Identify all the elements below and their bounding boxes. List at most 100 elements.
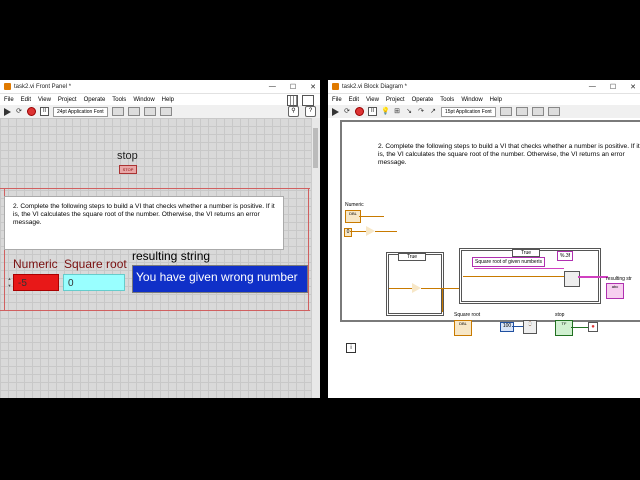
run-arrow-icon[interactable]: [4, 107, 11, 116]
menu-help[interactable]: Help: [162, 97, 174, 103]
highlight-execution-icon[interactable]: 💡: [381, 108, 390, 116]
menu-project[interactable]: Project: [386, 97, 405, 103]
front-panel-toolbar: ⟳ II 24pt Application Font ⚲ ?: [0, 105, 320, 119]
maximize-button[interactable]: ☐: [610, 83, 616, 91]
menu-edit[interactable]: Edit: [21, 97, 31, 103]
menu-tools[interactable]: Tools: [112, 97, 126, 103]
stop-terminal[interactable]: TF: [555, 320, 573, 336]
run-arrow-icon[interactable]: [332, 107, 339, 116]
minimize-button[interactable]: —: [589, 83, 596, 90]
step-out-icon[interactable]: ↗: [429, 108, 437, 116]
format-into-string-node[interactable]: [564, 271, 580, 287]
block-diagram-title: task2.vi Block Diagram *: [342, 83, 408, 90]
vi-icon[interactable]: [302, 95, 314, 106]
menu-file[interactable]: File: [332, 97, 342, 103]
abort-icon[interactable]: [355, 107, 364, 116]
reorder-icon[interactable]: [159, 107, 172, 116]
close-button[interactable]: ✕: [310, 83, 316, 91]
bd-square-root-label: Square root: [454, 312, 481, 318]
resize-objects-icon[interactable]: [143, 107, 156, 116]
wire-numeric: [359, 216, 384, 217]
square-root-label: Square root: [64, 257, 127, 271]
labview-vi-icon: [332, 83, 339, 90]
loop-iteration-icon[interactable]: i: [346, 343, 356, 353]
run-continuously-icon[interactable]: ⟳: [15, 108, 23, 116]
pause-icon[interactable]: II: [368, 107, 377, 116]
cleanup-diagram-icon[interactable]: [547, 107, 560, 116]
align-objects-icon[interactable]: [111, 107, 124, 116]
wait-ms-icon[interactable]: ⌚: [523, 320, 537, 334]
maximize-button[interactable]: ☐: [290, 83, 296, 91]
minimize-button[interactable]: —: [269, 83, 276, 90]
block-diagram-window: task2.vi Block Diagram * — ☐ ✕ File Edit…: [328, 80, 640, 398]
reorder-icon[interactable]: [531, 107, 544, 116]
block-diagram-toolbar: ⟳ II 💡 ⊞ ↘ ↷ ↗ 15pt Application Font: [328, 105, 640, 119]
wire-zero: [350, 231, 366, 232]
stop-button[interactable]: STOP: [119, 165, 137, 174]
increment-decrement-arrows[interactable]: ▲ ▼: [7, 275, 12, 289]
run-continuously-icon[interactable]: ⟳: [343, 108, 351, 116]
retain-wire-values-icon[interactable]: ⊞: [393, 108, 401, 116]
loop-condition-icon[interactable]: ●: [588, 322, 598, 332]
menu-tools[interactable]: Tools: [440, 97, 454, 103]
menu-operate[interactable]: Operate: [412, 97, 434, 103]
square-root-indicator: 0: [63, 274, 125, 291]
labview-vi-icon: [4, 83, 11, 90]
pause-icon[interactable]: II: [40, 107, 49, 116]
menu-window[interactable]: Window: [133, 97, 154, 103]
greater-than-zero-icon[interactable]: [366, 226, 375, 236]
wire-string: [474, 268, 564, 269]
connector-pane-icon[interactable]: [287, 95, 298, 106]
search-icon[interactable]: ⚲: [288, 106, 299, 117]
case2-selector[interactable]: True: [512, 249, 540, 257]
menu-file[interactable]: File: [4, 97, 14, 103]
numeric-label: Numeric: [13, 257, 58, 271]
step-into-icon[interactable]: ↘: [405, 108, 413, 116]
scrollbar-thumb[interactable]: [313, 128, 318, 168]
tab-boundary-top: [0, 188, 310, 189]
menu-operate[interactable]: Operate: [84, 97, 106, 103]
abort-icon[interactable]: [27, 107, 36, 116]
font-select[interactable]: 15pt Application Font: [441, 106, 496, 117]
wire-case1-out: [421, 288, 461, 289]
front-panel-window: task2.vi Front Panel * — ☐ ✕ File Edit V…: [0, 80, 320, 398]
menu-view[interactable]: View: [366, 97, 379, 103]
bd-numeric-label: Numeric: [345, 202, 364, 208]
close-button[interactable]: ✕: [630, 83, 636, 91]
wire-to-sqrt-indicator: [442, 288, 443, 312]
menu-edit[interactable]: Edit: [349, 97, 359, 103]
square-root-terminal[interactable]: DBL: [454, 320, 472, 336]
instructions-box: 2. Complete the following steps to build…: [4, 196, 284, 250]
tab-boundary-bottom: [0, 310, 310, 311]
sqrt-function-icon[interactable]: [412, 283, 421, 293]
resulting-string-terminal[interactable]: abc: [606, 283, 624, 299]
menu-help[interactable]: Help: [490, 97, 502, 103]
front-panel-title: task2.vi Front Panel *: [14, 83, 72, 90]
zero-constant[interactable]: 0: [344, 228, 352, 237]
resulting-string-indicator: You have given wrong number: [132, 265, 308, 293]
vertical-scrollbar[interactable]: [311, 118, 320, 398]
wire-result-out: [578, 276, 608, 278]
numeric-control[interactable]: -5: [13, 274, 59, 291]
case1-selector[interactable]: True: [398, 253, 426, 261]
bd-instructions-text: 2. Complete the following steps to build…: [378, 143, 640, 166]
menu-project[interactable]: Project: [58, 97, 77, 103]
format-string-constant[interactable]: %.3f: [557, 251, 574, 261]
font-select[interactable]: 24pt Application Font: [53, 106, 108, 117]
help-icon[interactable]: ?: [305, 106, 316, 117]
wire-wait: [512, 326, 523, 327]
wire-case2-num: [463, 276, 564, 277]
instructions-text: 2. Complete the following steps to build…: [13, 203, 275, 226]
step-over-icon[interactable]: ↷: [417, 108, 425, 116]
distribute-objects-icon[interactable]: [127, 107, 140, 116]
distribute-objects-icon[interactable]: [515, 107, 528, 116]
menu-window[interactable]: Window: [461, 97, 482, 103]
align-objects-icon[interactable]: [499, 107, 512, 116]
stop-label: stop: [117, 150, 138, 162]
bd-resulting-string-label: resulting str: [606, 276, 632, 282]
bd-stop-label: stop: [555, 312, 565, 318]
wait-constant[interactable]: 100: [500, 322, 514, 332]
menu-view[interactable]: View: [38, 97, 51, 103]
block-diagram-menubar: File Edit View Project Operate Tools Win…: [328, 94, 640, 105]
string-constant[interactable]: Square root of given numberis: [472, 257, 545, 267]
